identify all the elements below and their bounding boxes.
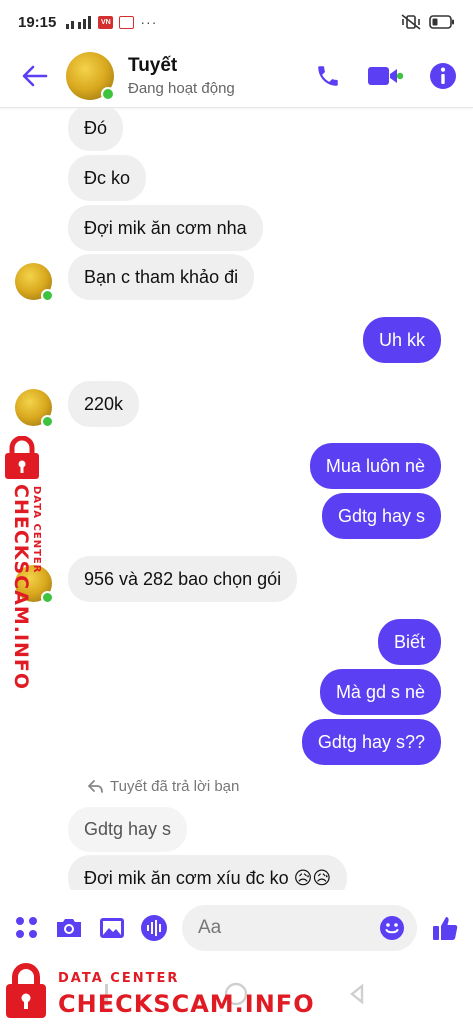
info-button[interactable] bbox=[429, 62, 457, 90]
back-button[interactable] bbox=[14, 56, 56, 96]
like-button[interactable] bbox=[431, 914, 459, 942]
message-bubble[interactable]: Đơi mik ăn cơm xíu đc ko 😥😥 bbox=[68, 855, 348, 890]
message-bubble[interactable]: Mà gd s nè bbox=[319, 669, 441, 715]
message-bubble[interactable]: Mua luôn nè bbox=[309, 443, 441, 489]
watermark-tag: DATA CENTER bbox=[31, 486, 42, 574]
phone-icon bbox=[318, 65, 338, 86]
message-bubble[interactable]: Biết bbox=[377, 619, 441, 665]
reply-note-text: Tuyết đã trả lời bạn bbox=[110, 778, 240, 795]
thumbs-up-icon bbox=[433, 917, 458, 940]
contact-avatar[interactable] bbox=[66, 51, 115, 101]
watermark-side: CHECKSCAM.INFO DATA CENTER bbox=[2, 435, 50, 690]
conversation-header: Tuyết Đang hoạt động bbox=[0, 44, 473, 108]
quoted-message[interactable]: Gdtg hay s bbox=[68, 807, 188, 852]
message-bubble[interactable]: Đợi mik ăn cơm nha bbox=[68, 205, 263, 251]
more-actions-button[interactable] bbox=[14, 915, 40, 941]
image-icon bbox=[100, 918, 124, 938]
online-indicator bbox=[41, 289, 54, 302]
emoji-button[interactable] bbox=[379, 915, 405, 941]
news-badge-icon bbox=[119, 15, 135, 29]
message-bubble[interactable]: Gdtg hay s?? bbox=[301, 719, 441, 765]
microphone-wave-icon bbox=[141, 915, 167, 941]
online-indicator bbox=[101, 86, 115, 101]
video-call-button[interactable] bbox=[367, 64, 403, 88]
more-notifications-icon: ··· bbox=[140, 14, 158, 30]
signal-icon bbox=[66, 16, 92, 29]
message-bubble[interactable]: Đc ko bbox=[68, 155, 147, 201]
sender-avatar[interactable] bbox=[15, 263, 54, 302]
message-bubble[interactable]: Gdtg hay s bbox=[321, 493, 441, 539]
message-input-placeholder: Aa bbox=[198, 917, 222, 938]
watermark-bottom: DATA CENTER CHECKSCAM.INFO bbox=[0, 956, 473, 1024]
reply-indicator: Tuyết đã trả lời bạn bbox=[88, 778, 239, 795]
sender-avatar[interactable] bbox=[15, 389, 54, 428]
message-bubble[interactable]: Đó bbox=[68, 108, 124, 151]
watermark-tag: DATA CENTER bbox=[58, 971, 180, 986]
message-bubble[interactable]: Uh kk bbox=[362, 317, 441, 363]
status-bar: 19:15 VN ··· bbox=[0, 0, 473, 44]
camera-button[interactable] bbox=[54, 915, 84, 941]
voice-call-button[interactable] bbox=[315, 63, 341, 89]
contact-status: Đang hoạt động bbox=[128, 79, 235, 97]
info-icon bbox=[430, 62, 456, 89]
contact-name: Tuyết bbox=[128, 54, 178, 76]
voice-record-button[interactable] bbox=[140, 914, 168, 942]
smiley-icon bbox=[380, 916, 404, 940]
video-camera-icon bbox=[368, 66, 403, 85]
back-arrow-icon bbox=[22, 65, 48, 86]
contact-info[interactable]: Tuyết Đang hoạt động bbox=[128, 55, 235, 97]
grid-dots-icon bbox=[16, 917, 37, 938]
battery-icon bbox=[429, 15, 454, 29]
message-input[interactable]: Aa bbox=[182, 905, 417, 951]
lock-icon bbox=[6, 963, 46, 1018]
message-bubble[interactable]: 956 và 282 bao chọn gói bbox=[68, 556, 298, 602]
online-indicator bbox=[41, 415, 54, 428]
status-time: 19:15 bbox=[18, 13, 57, 31]
app-badge-icon: VN bbox=[98, 15, 114, 29]
vibrate-icon bbox=[401, 14, 421, 30]
message-list[interactable]: Đó Đc ko Đợi mik ăn cơm nha Bạn c tham k… bbox=[0, 108, 473, 890]
reply-arrow-icon bbox=[88, 779, 103, 793]
camera-icon bbox=[57, 919, 81, 937]
message-bubble[interactable]: 220k bbox=[68, 381, 140, 427]
composer-bar: Aa bbox=[0, 900, 473, 956]
message-bubble[interactable]: Bạn c tham khảo đi bbox=[68, 254, 255, 300]
gallery-button[interactable] bbox=[98, 915, 126, 941]
watermark-brand: CHECKSCAM.INFO bbox=[58, 990, 315, 1018]
